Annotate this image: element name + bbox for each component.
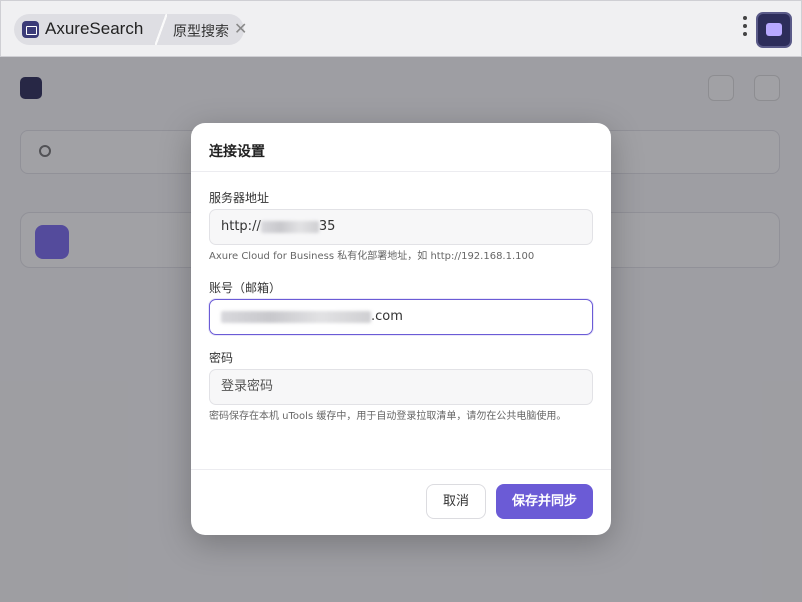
corner-app-icon[interactable] [756,12,792,48]
connection-settings-dialog: 连接设置 服务器地址 http:// 35 Axure Cloud for Bus… [191,123,611,535]
password-hint: 密码保存在本机 uTools 缓存中，用于自动登录拉取清单，请勿在公共电脑使用。 [209,411,567,422]
server-value-prefix: http:// [221,219,261,234]
app-name: AxureSearch [45,19,144,38]
account-label: 账号（邮箱） [209,281,282,295]
server-value-suffix: 35 [318,219,336,234]
save-and-sync-button[interactable]: 保存并同步 [496,484,593,519]
divider [191,171,611,172]
close-icon[interactable]: ✕ [234,19,247,38]
cancel-button[interactable]: 取消 [426,484,486,519]
tab-separator [155,14,167,45]
server-address-input[interactable]: http:// 35 [209,209,593,245]
account-email-input[interactable]: .com [209,299,593,335]
server-hint: Axure Cloud for Business 私有化部署地址，如 http:… [209,251,535,262]
server-label: 服务器地址 [209,191,270,205]
password-input[interactable]: 登录密码 [209,369,593,405]
top-bar: AxureSearch 原型搜索 ✕ [0,0,802,57]
app-logo-icon [22,21,39,38]
dialog-title: 连接设置 [209,144,265,160]
tab-label: 原型搜索 [173,24,229,40]
redacted-text [221,310,371,323]
kebab-menu-icon[interactable] [742,16,748,42]
footer-divider [191,469,611,470]
account-value-suffix: .com [371,309,403,324]
password-label: 密码 [209,351,234,365]
redacted-text [260,220,319,233]
app-tab[interactable]: AxureSearch 原型搜索 ✕ [14,14,247,45]
password-placeholder: 登录密码 [221,379,274,394]
